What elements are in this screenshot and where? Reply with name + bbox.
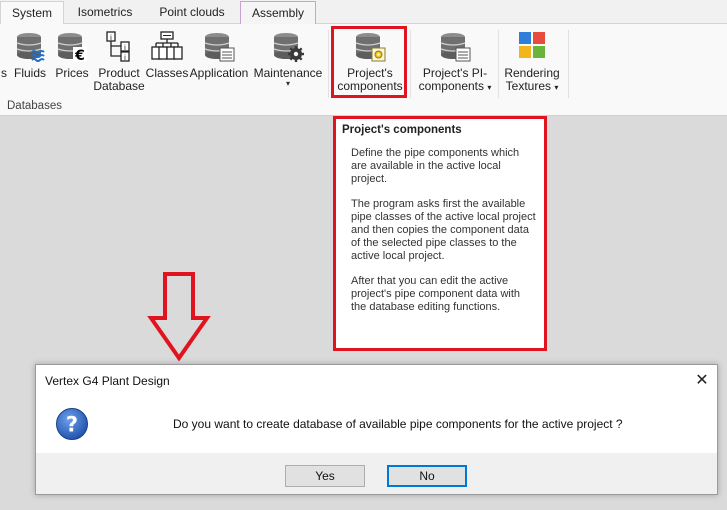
confirmation-dialog: Vertex G4 Plant Design ✕ ? Do you want t… — [35, 364, 718, 495]
maintenance-label: Maintenance ▾ — [254, 67, 323, 88]
rendering-textures-icon — [516, 30, 548, 62]
partial-button-label: s — [1, 66, 7, 80]
svg-text:i: i — [124, 54, 126, 62]
product-database-label-line2: Database — [93, 79, 145, 93]
fluids-button[interactable]: Fluids — [10, 30, 50, 96]
product-database-label-line1: Product — [98, 66, 140, 80]
dialog-title-bar: Vertex G4 Plant Design ✕ — [36, 365, 717, 395]
svg-text:?: ? — [66, 413, 78, 437]
product-database-button[interactable]: i i i Product Database — [93, 30, 145, 96]
yes-button[interactable]: Yes — [285, 465, 365, 487]
partial-ribbon-button[interactable]: s — [0, 30, 8, 96]
prices-database-icon: € — [56, 30, 88, 64]
product-database-label: Product Database — [93, 67, 144, 93]
rendering-textures-button[interactable]: Rendering Textures ▾ — [502, 30, 562, 96]
tab-system[interactable]: System — [0, 1, 64, 25]
projects-pi-components-label-line2: components — [418, 79, 484, 93]
tooltip-paragraph: Define the pipe components which are ava… — [351, 147, 520, 185]
ribbon-tab-bar: System Isometrics Point clouds Assembly — [0, 0, 727, 25]
rendering-textures-label-line1: Rendering — [504, 66, 560, 80]
projects-pi-components-label-line1: Project's PI- — [422, 66, 488, 80]
tooltip-paragraph: The program asks first the available pip… — [351, 198, 536, 262]
tab-point-clouds[interactable]: Point clouds — [146, 1, 238, 25]
maintenance-dropdown-caret-icon[interactable]: ▾ — [254, 80, 323, 88]
tooltip-paragraph: After that you can edit the active proje… — [351, 275, 521, 313]
ribbon-separator — [568, 30, 569, 98]
prices-label: Prices — [55, 66, 89, 80]
classes-icon — [151, 30, 183, 62]
rendering-textures-label: Rendering Textures ▾ — [504, 67, 559, 94]
ribbon-separator — [498, 30, 499, 98]
application-database-icon — [203, 30, 235, 62]
dialog-message: Do you want to create database of availa… — [173, 417, 623, 431]
projects-pi-components-label: Project's PI- components ▾ — [419, 67, 492, 94]
prices-button[interactable]: € Prices — [54, 30, 90, 96]
dialog-button-bar: Yes No — [36, 453, 717, 494]
rendering-textures-label-line2: Textures — [505, 79, 551, 93]
tab-isometrics[interactable]: Isometrics — [66, 1, 144, 25]
svg-text:€: € — [74, 48, 85, 62]
projects-pi-components-caret-icon[interactable]: ▾ — [487, 83, 491, 92]
dialog-title: Vertex G4 Plant Design — [45, 374, 170, 388]
svg-text:i: i — [124, 44, 126, 52]
tooltip-title: Project's components — [342, 124, 462, 136]
ribbon-separator — [410, 30, 411, 98]
maintenance-button[interactable]: Maintenance ▾ — [253, 30, 323, 96]
svg-text:i: i — [110, 34, 112, 42]
close-icon[interactable]: ✕ — [687, 365, 717, 395]
ribbon-group-label-databases: Databases — [7, 100, 62, 112]
maintenance-label-text: Maintenance — [253, 66, 323, 80]
application-button[interactable]: Application — [189, 30, 249, 96]
application-label: Application — [189, 66, 249, 80]
tab-assembly[interactable]: Assembly — [240, 1, 316, 25]
projects-pi-components-icon — [439, 30, 471, 62]
dialog-body: ? Do you want to create database of avai… — [36, 395, 717, 453]
fluids-label: Fluids — [13, 66, 46, 80]
question-icon: ? — [56, 408, 88, 440]
down-arrow-icon — [147, 272, 211, 362]
projects-components-tooltip: Project's components Define the pipe com… — [333, 116, 547, 351]
projects-pi-components-button[interactable]: Project's PI- components ▾ — [416, 30, 494, 96]
product-database-icon: i i i — [103, 30, 135, 62]
maintenance-database-icon — [272, 30, 304, 62]
ribbon-separator — [328, 30, 329, 98]
fluids-database-icon — [14, 30, 46, 62]
classes-button[interactable]: Classes — [145, 30, 189, 96]
classes-label: Classes — [145, 66, 189, 80]
highlight-frame — [331, 26, 407, 98]
rendering-textures-caret-icon[interactable]: ▾ — [554, 83, 558, 92]
no-button[interactable]: No — [387, 465, 467, 487]
